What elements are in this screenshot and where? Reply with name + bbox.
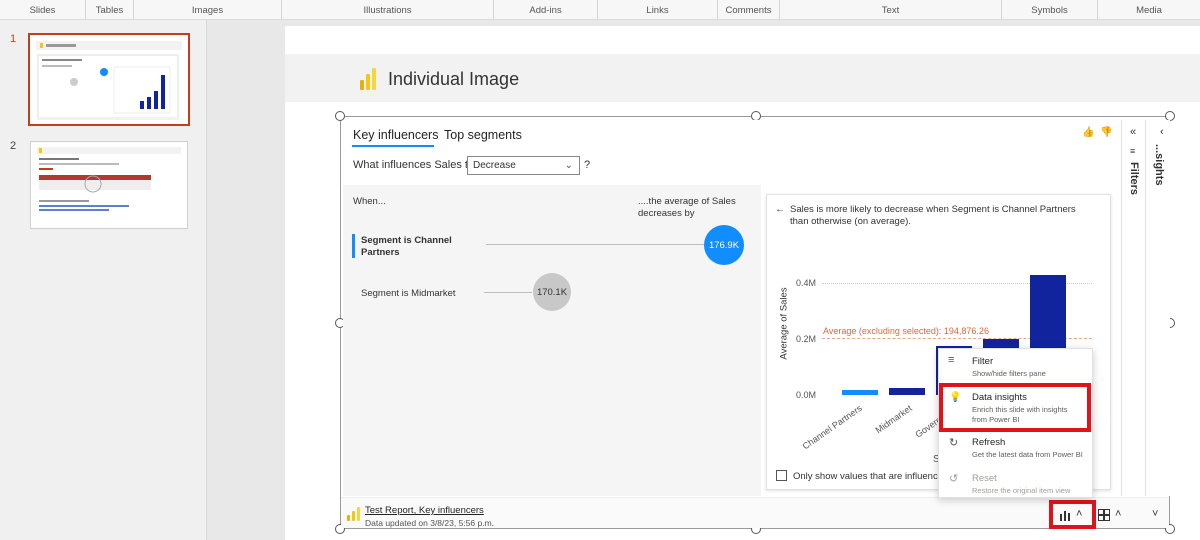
selected-influencer-indicator xyxy=(352,234,355,258)
influencer-connector-1 xyxy=(486,244,704,245)
footer-powerbi-logo-icon xyxy=(347,507,360,521)
bar-channel-partners[interactable] xyxy=(842,389,878,395)
average-reference-label: Average (excluding selected): 194,876.26 xyxy=(823,326,989,336)
thumb-down-icon[interactable]: 👎 xyxy=(1100,127,1112,138)
chevron-down-icon-footer[interactable]: ˅ xyxy=(1152,508,1158,520)
ribbon-group-tables: Tables xyxy=(86,0,134,20)
menu-item-reset-desc: Restore the original item view xyxy=(972,486,1071,495)
tab-top-segments[interactable]: Top segments xyxy=(444,128,522,142)
reset-icon: ↺ xyxy=(949,473,959,485)
question-label: What influences Sales to xyxy=(353,159,475,171)
influence-direction-dropdown[interactable]: Decrease ⌄ xyxy=(467,156,580,175)
collapse-chevron-icon[interactable]: « xyxy=(1130,126,1136,138)
thumb-up-icon[interactable]: 👍 xyxy=(1082,127,1094,138)
filter-funnel-icon: ≡ xyxy=(1130,146,1136,156)
bar-midmarket[interactable] xyxy=(889,388,925,395)
average-header: ....the average of Sales decreases by xyxy=(638,196,736,219)
chevron-down-icon: ⌄ xyxy=(564,160,573,171)
powerbi-logo-icon xyxy=(360,68,376,90)
influencer-label-2[interactable]: Segment is Midmarket xyxy=(361,288,456,299)
report-link[interactable]: Test Report, Key influencers xyxy=(365,505,484,516)
active-tab-indicator xyxy=(352,145,434,147)
ribbon-group-illustrations: Illustrations xyxy=(282,0,494,20)
influencers-panel xyxy=(343,185,761,496)
y-tick-0.2m: 0.2M xyxy=(796,334,817,344)
influencer-bubble-2[interactable]: 170.1K xyxy=(533,273,571,311)
detail-card-title: Sales is more likely to decrease when Se… xyxy=(790,204,1076,227)
ribbon-group-symbols: Symbols xyxy=(1002,0,1098,20)
help-icon[interactable]: ? xyxy=(584,159,590,171)
chart-y-axis-label: Average of Sales xyxy=(778,287,790,360)
highlight-box-data-insights xyxy=(939,383,1091,432)
slide-number-1: 1 xyxy=(10,33,17,45)
influencer-connector-2 xyxy=(484,292,532,293)
highlight-box-chart-button xyxy=(1049,500,1096,529)
layout-grid-icon[interactable] xyxy=(1098,509,1110,524)
back-arrow-icon[interactable]: ← xyxy=(775,204,785,215)
dropdown-value: Decrease xyxy=(473,160,516,171)
menu-item-refresh-desc: Get the latest data from Power BI xyxy=(972,450,1083,459)
refresh-icon: ↻ xyxy=(949,437,959,449)
slide-thumbnail-2-preview xyxy=(37,147,181,211)
y-tick-0.0m: 0.0M xyxy=(796,390,817,400)
tab-key-influencers[interactable]: Key influencers xyxy=(353,128,438,142)
insights-pane-label: ...sights xyxy=(1153,144,1165,186)
when-label: When... xyxy=(353,196,386,207)
expand-chevron-icon[interactable]: ‹ xyxy=(1160,126,1164,138)
ribbon-group-media: Media xyxy=(1136,4,1162,16)
slide-thumbnail-1[interactable] xyxy=(28,33,190,126)
influencer-bubble-1[interactable]: 176.9K xyxy=(704,225,744,265)
slide-thumbnails-pane: 1 2 xyxy=(0,20,207,540)
filters-pane-collapsed[interactable]: « ≡ Filters xyxy=(1121,120,1145,496)
ribbon-group-labels: Slides Tables Images Illustrations Add-i… xyxy=(0,0,1200,20)
influencers-only-label: Only show values that are influencers xyxy=(793,471,951,482)
insights-pane-collapsed[interactable]: ‹ ...sights xyxy=(1145,120,1170,496)
slide-thumbnail-1-preview xyxy=(36,41,182,120)
slide-title: Individual Image xyxy=(388,69,520,89)
ribbon-group-text: Text xyxy=(780,0,1002,20)
chevron-up-icon-2[interactable]: ˄ xyxy=(1115,508,1121,520)
ribbon-group-addins: Add-ins xyxy=(494,0,598,20)
data-updated-text: Data updated on 3/8/23, 5:56 p.m. xyxy=(365,518,495,528)
menu-item-filter[interactable]: Filter xyxy=(972,356,993,367)
ribbon-group-comments: Comments xyxy=(718,0,780,20)
filter-lines-icon: ≡ xyxy=(948,354,955,366)
ribbon-group-slides: Slides xyxy=(0,0,86,20)
y-tick-0.4m: 0.4M xyxy=(796,278,817,288)
menu-item-reset: Reset xyxy=(972,473,997,484)
ribbon-group-links: Links xyxy=(598,0,718,20)
filters-pane-label: Filters xyxy=(1128,162,1140,196)
slide-number-2: 2 xyxy=(10,140,17,152)
slide-thumbnail-2[interactable] xyxy=(30,141,188,229)
influencer-label-1[interactable]: Segment is Channel Partners xyxy=(361,235,461,259)
menu-item-filter-desc: Show/hide filters pane xyxy=(972,369,1046,378)
menu-item-refresh[interactable]: Refresh xyxy=(972,437,1005,448)
ribbon-group-images: Images xyxy=(134,0,282,20)
influencers-only-checkbox[interactable] xyxy=(776,470,787,481)
